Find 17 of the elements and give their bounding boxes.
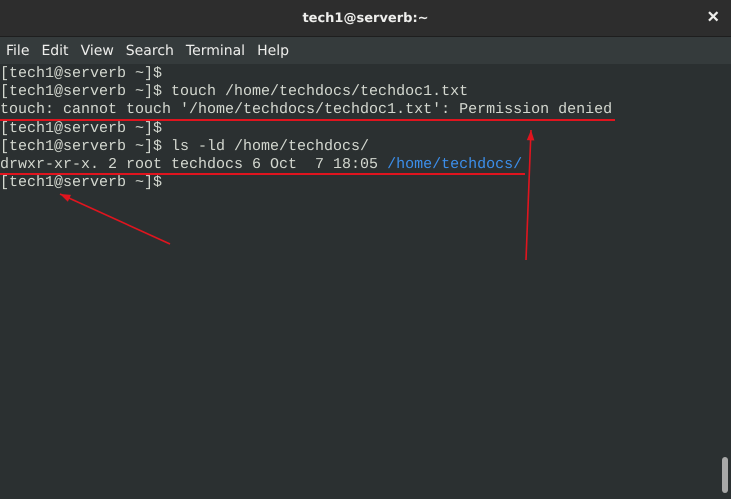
menu-item[interactable]: Search (122, 42, 178, 58)
menu-item[interactable]: File (2, 42, 34, 58)
terminal-line: [tech1@serverb ~]$ (0, 65, 162, 84)
menu-item[interactable]: Help (253, 42, 293, 58)
scrollbar-thumb[interactable] (722, 457, 728, 493)
terminal-line: touch: cannot touch '/home/techdocs/techdoc1.txt': Permission denied (0, 101, 612, 120)
close-button[interactable]: × (703, 7, 723, 27)
terminal-line: [tech1@serverb ~]$ touch /home/techdocs/techdoc1.txt (0, 83, 468, 102)
terminal-line: [tech1@serverb ~]$ (0, 120, 162, 138)
terminal-line: [tech1@serverb ~]$ (0, 174, 162, 192)
terminal-line: [tech1@serverb ~]$ ls -ld /home/techdocs/ (0, 138, 370, 156)
menu-item[interactable]: Terminal (182, 42, 250, 58)
menu-item[interactable]: View (76, 42, 118, 58)
window-title: tech1@serverb:~ (302, 10, 429, 26)
menu-item[interactable]: Edit (37, 42, 73, 58)
directory-path: /home/techdocs/ (387, 156, 522, 174)
terminal-line: drwxr-xr-x. 2 root techdocs 6 Oct 7 18:05 (0, 156, 380, 174)
